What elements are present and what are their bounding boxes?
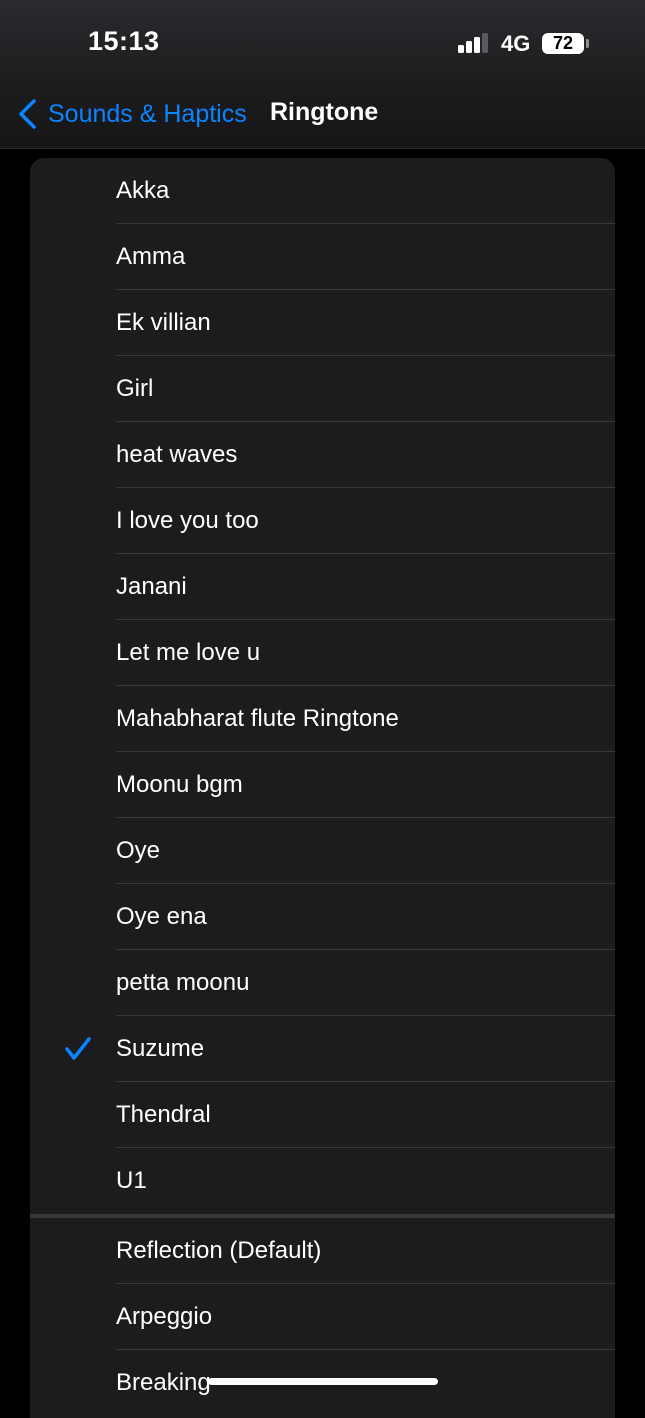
ringtone-row[interactable]: Suzume	[30, 1016, 615, 1082]
back-label: Sounds & Haptics	[48, 99, 247, 128]
status-time: 15:13	[88, 26, 160, 56]
ringtone-row[interactable]: I love you too	[30, 488, 615, 554]
system-ringtones-group: Reflection (Default) Arpeggio Breaking	[30, 1218, 615, 1416]
back-button[interactable]: Sounds & Haptics	[16, 94, 247, 134]
ringtone-label: Reflection (Default)	[116, 1237, 322, 1264]
ringtone-label: Oye ena	[116, 903, 207, 930]
ringtone-row[interactable]: Oye	[30, 818, 615, 884]
ringtone-label: U1	[116, 1167, 147, 1194]
ringtone-list: Akka Amma Ek villian Girl heat waves I love y…	[30, 158, 615, 1418]
ringtone-label: petta moonu	[116, 969, 250, 996]
ringtone-label: heat waves	[116, 441, 238, 468]
ringtone-label: Janani	[116, 573, 187, 600]
ringtone-row[interactable]: Akka	[30, 158, 615, 224]
ringtone-row[interactable]: Reflection (Default)	[30, 1218, 615, 1284]
ringtone-row[interactable]: heat waves	[30, 422, 615, 488]
network-type: 4G	[501, 31, 531, 56]
ringtone-row[interactable]: petta moonu	[30, 950, 615, 1016]
ringtone-row[interactable]: Amma	[30, 224, 615, 290]
ringtone-label: Amma	[116, 243, 186, 270]
ringtone-row[interactable]: Moonu bgm	[30, 752, 615, 818]
battery-cap	[586, 39, 589, 48]
ringtone-label: Ek villian	[116, 309, 211, 336]
ringtone-row[interactable]: Girl	[30, 356, 615, 422]
ringtone-label: Akka	[116, 177, 170, 204]
ringtone-label: Thendral	[116, 1101, 211, 1128]
ringtone-label: Suzume	[116, 1035, 205, 1062]
ringtone-row[interactable]: Let me love u	[30, 620, 615, 686]
ringtone-label: Breaking	[116, 1369, 211, 1396]
home-indicator[interactable]	[208, 1378, 438, 1385]
ringtone-row[interactable]: Janani	[30, 554, 615, 620]
ringtone-row[interactable]: Oye ena	[30, 884, 615, 950]
navigation-header: 15:13 4G 72 Sounds & Haptics Ringtone	[0, 0, 645, 149]
battery-icon: 72	[542, 33, 584, 54]
cellular-signal-icon	[458, 33, 490, 53]
ringtone-label: Moonu bgm	[116, 771, 243, 798]
ringtone-row[interactable]: Arpeggio	[30, 1284, 615, 1350]
ringtone-label: Oye	[116, 837, 161, 864]
page-title: Ringtone	[270, 98, 379, 126]
ringtone-label: Arpeggio	[116, 1303, 213, 1330]
ringtone-label: Let me love u	[116, 639, 261, 666]
checkmark-icon	[65, 1037, 91, 1060]
ringtone-row[interactable]: Ek villian	[30, 290, 615, 356]
ringtone-label: Mahabharat flute Ringtone	[116, 705, 399, 732]
ringtone-label: Girl	[116, 375, 154, 402]
ringtone-row[interactable]: Thendral	[30, 1082, 615, 1148]
chevron-left-icon	[19, 99, 36, 129]
custom-ringtones-group: Akka Amma Ek villian Girl heat waves I love y…	[30, 158, 615, 1214]
ringtone-row[interactable]: U1	[30, 1148, 615, 1214]
ringtone-label: I love you too	[116, 507, 259, 534]
ringtone-row[interactable]: Mahabharat flute Ringtone	[30, 686, 615, 752]
